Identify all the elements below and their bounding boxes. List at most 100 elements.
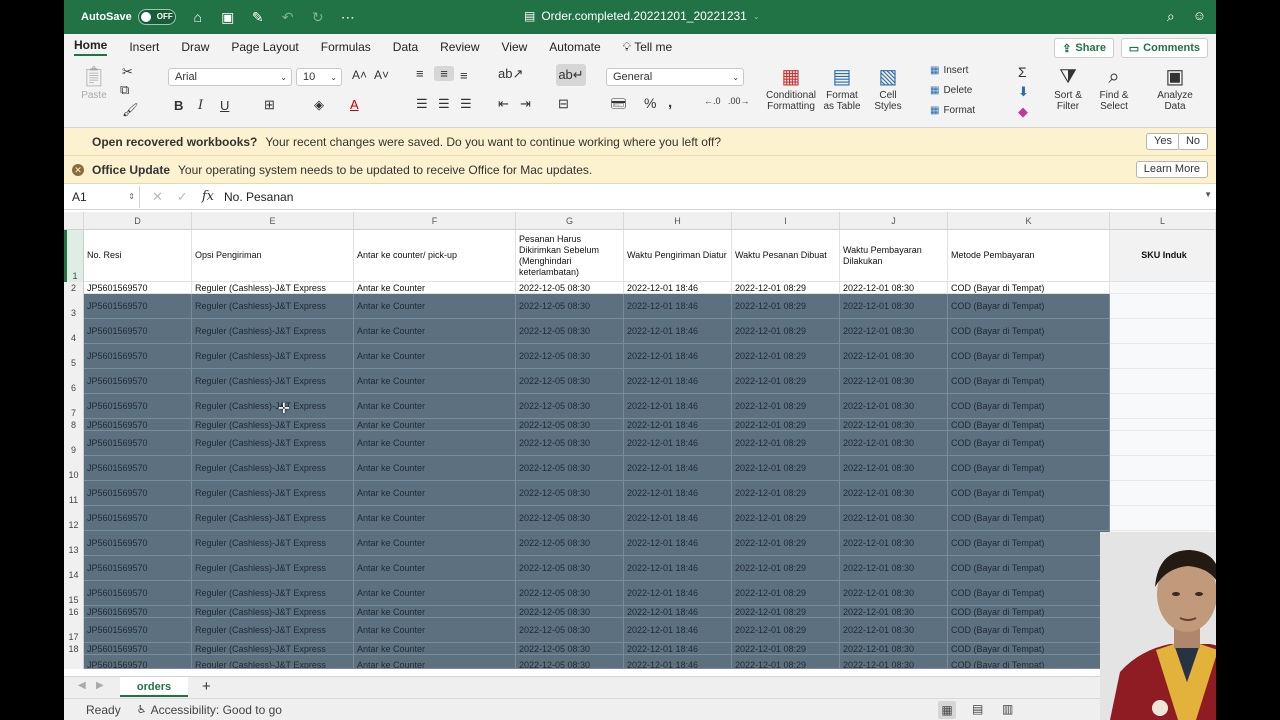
data-cell[interactable]: 2022-12-01 08:29 (732, 419, 840, 431)
tab-data[interactable]: Data (393, 40, 418, 54)
align-right-icon[interactable]: ☰ (460, 96, 472, 112)
more-icon[interactable]: ⋯ (340, 9, 356, 25)
undo-icon[interactable]: ↶ (280, 9, 296, 25)
data-cell[interactable]: Reguler (Cashless)-J&T Express (192, 369, 354, 394)
row-header[interactable]: 17 (64, 618, 84, 643)
row-header[interactable]: 16 (64, 606, 84, 618)
column-header-g[interactable]: G (516, 212, 624, 230)
data-cell[interactable]: 2022-12-01 18:46 (624, 456, 732, 481)
accessibility-status[interactable]: Accessibility: Good to go (151, 703, 282, 717)
column-header-l[interactable]: L (1110, 212, 1216, 230)
data-cell[interactable]: 2022-12-01 08:29 (732, 319, 840, 344)
enter-icon[interactable]: ✓ (177, 189, 188, 205)
data-cell[interactable]: 2022-12-01 18:46 (624, 481, 732, 506)
row-header[interactable]: 10 (64, 456, 84, 481)
data-cell[interactable]: 2022-12-01 18:46 (624, 431, 732, 456)
row-header[interactable]: 15 (64, 581, 84, 606)
wrap-text-icon[interactable]: ab↵ (556, 64, 586, 86)
data-cell[interactable]: Antar ke Counter (354, 531, 516, 556)
data-cell[interactable]: COD (Bayar di Tempat) (948, 394, 1110, 419)
data-cell[interactable]: JP5601569570 (84, 506, 192, 531)
data-cell[interactable]: COD (Bayar di Tempat) (948, 618, 1110, 643)
data-cell[interactable]: Reguler (Cashless)-J&T Express (192, 531, 354, 556)
home-icon[interactable]: ⌂ (190, 9, 206, 25)
sku-cell[interactable] (1110, 481, 1216, 506)
data-cell[interactable]: 2022-12-01 08:30 (840, 344, 948, 369)
italic-icon[interactable]: I (198, 98, 203, 113)
data-cell[interactable]: 2022-12-05 08:30 (516, 618, 624, 643)
data-cell[interactable]: 2022-12-05 08:30 (516, 506, 624, 531)
data-cell[interactable]: JP5601569570 (84, 581, 192, 606)
data-cell[interactable]: JP5601569570 (84, 431, 192, 456)
data-cell[interactable]: 2022-12-01 18:46 (624, 506, 732, 531)
data-cell[interactable]: 2022-12-01 08:29 (732, 344, 840, 369)
percent-icon[interactable]: % (644, 95, 656, 111)
data-cell[interactable]: COD (Bayar di Tempat) (948, 282, 1110, 294)
data-cell[interactable]: 2022-12-05 08:30 (516, 581, 624, 606)
data-cell[interactable]: 2022-12-01 08:30 (840, 581, 948, 606)
sheet-tab-orders[interactable]: orders (120, 677, 188, 697)
sku-cell[interactable] (1110, 456, 1216, 481)
row-header[interactable]: 4 (64, 319, 84, 344)
data-cell[interactable]: 2022-12-05 08:30 (516, 419, 624, 431)
comma-style-icon[interactable]: , (668, 94, 672, 111)
data-cell[interactable]: 2022-12-05 08:30 (516, 344, 624, 369)
clear-icon[interactable]: ◆ (1018, 104, 1028, 120)
increase-decimal-icon[interactable]: ←.0 (704, 96, 721, 106)
tab-view[interactable]: View (502, 40, 528, 54)
data-cell[interactable]: 2022-12-01 08:29 (732, 556, 840, 581)
data-cell[interactable]: 2022-12-01 08:30 (840, 643, 948, 655)
header-cell[interactable]: SKU Induk (1110, 230, 1216, 282)
row-header[interactable]: 1 (64, 230, 84, 282)
data-cell[interactable]: 2022-12-01 08:30 (840, 481, 948, 506)
data-cell[interactable]: Reguler (Cashless)-J&T Express (192, 294, 354, 319)
data-cell[interactable]: Antar ke Counter (354, 431, 516, 456)
data-cell[interactable]: 2022-12-01 08:29 (732, 506, 840, 531)
data-cell[interactable]: Reguler (Cashless)-J&T Express (192, 456, 354, 481)
sku-cell[interactable] (1110, 394, 1216, 419)
data-cell[interactable]: Reguler (Cashless)-J&T Express (192, 419, 354, 431)
data-cell[interactable]: 2022-12-01 08:30 (840, 655, 948, 669)
add-sheet-icon[interactable]: + (202, 678, 211, 695)
data-cell[interactable]: 2022-12-05 08:30 (516, 431, 624, 456)
row-header[interactable]: 12 (64, 506, 84, 531)
data-cell[interactable]: 2022-12-05 08:30 (516, 655, 624, 669)
data-cell[interactable]: JP5601569570 (84, 369, 192, 394)
data-cell[interactable]: 2022-12-05 08:30 (516, 294, 624, 319)
save-as-icon[interactable]: ✎ (250, 9, 266, 25)
data-cell[interactable]: 2022-12-01 08:29 (732, 581, 840, 606)
data-cell[interactable]: 2022-12-01 08:30 (840, 419, 948, 431)
data-cell[interactable]: COD (Bayar di Tempat) (948, 294, 1110, 319)
data-cell[interactable]: 2022-12-01 08:30 (840, 618, 948, 643)
data-cell[interactable]: 2022-12-01 08:29 (732, 655, 840, 669)
header-cell[interactable]: Metode Pembayaran (948, 230, 1110, 282)
formula-input[interactable]: No. Pesanan (224, 190, 293, 204)
data-cell[interactable]: 2022-12-05 08:30 (516, 369, 624, 394)
row-header[interactable]: 9 (64, 431, 84, 456)
sku-cell[interactable] (1110, 344, 1216, 369)
autosave-toggle[interactable]: OFF (137, 9, 176, 25)
data-cell[interactable]: COD (Bayar di Tempat) (948, 319, 1110, 344)
no-button[interactable]: No (1177, 133, 1208, 150)
data-cell[interactable]: Antar ke Counter (354, 655, 516, 669)
tab-automate[interactable]: Automate (549, 40, 600, 54)
header-cell[interactable]: No. Resi (84, 230, 192, 282)
data-cell[interactable]: COD (Bayar di Tempat) (948, 481, 1110, 506)
data-cell[interactable]: Antar ke Counter (354, 506, 516, 531)
data-cell[interactable]: 2022-12-01 08:29 (732, 431, 840, 456)
data-cell[interactable]: Antar ke Counter (354, 419, 516, 431)
data-cell[interactable]: 2022-12-01 08:30 (840, 531, 948, 556)
align-center-icon[interactable]: ☰ (438, 96, 450, 112)
sort-filter-button[interactable]: ⧩ Sort & Filter (1048, 64, 1088, 112)
sku-cell[interactable] (1110, 369, 1216, 394)
column-header-h[interactable]: H (624, 212, 732, 230)
page-break-view-icon[interactable]: ▥ (1002, 702, 1013, 716)
sku-cell[interactable] (1110, 319, 1216, 344)
sku-cell[interactable] (1110, 282, 1216, 294)
cancel-icon[interactable]: ✕ (152, 189, 163, 205)
increase-indent-icon[interactable]: ⇥ (520, 96, 531, 112)
data-cell[interactable]: 2022-12-01 08:29 (732, 282, 840, 294)
data-cell[interactable]: 2022-12-01 08:30 (840, 394, 948, 419)
search-icon[interactable]: ⌕ (1167, 8, 1175, 25)
data-cell[interactable]: JP5601569570 (84, 394, 192, 419)
